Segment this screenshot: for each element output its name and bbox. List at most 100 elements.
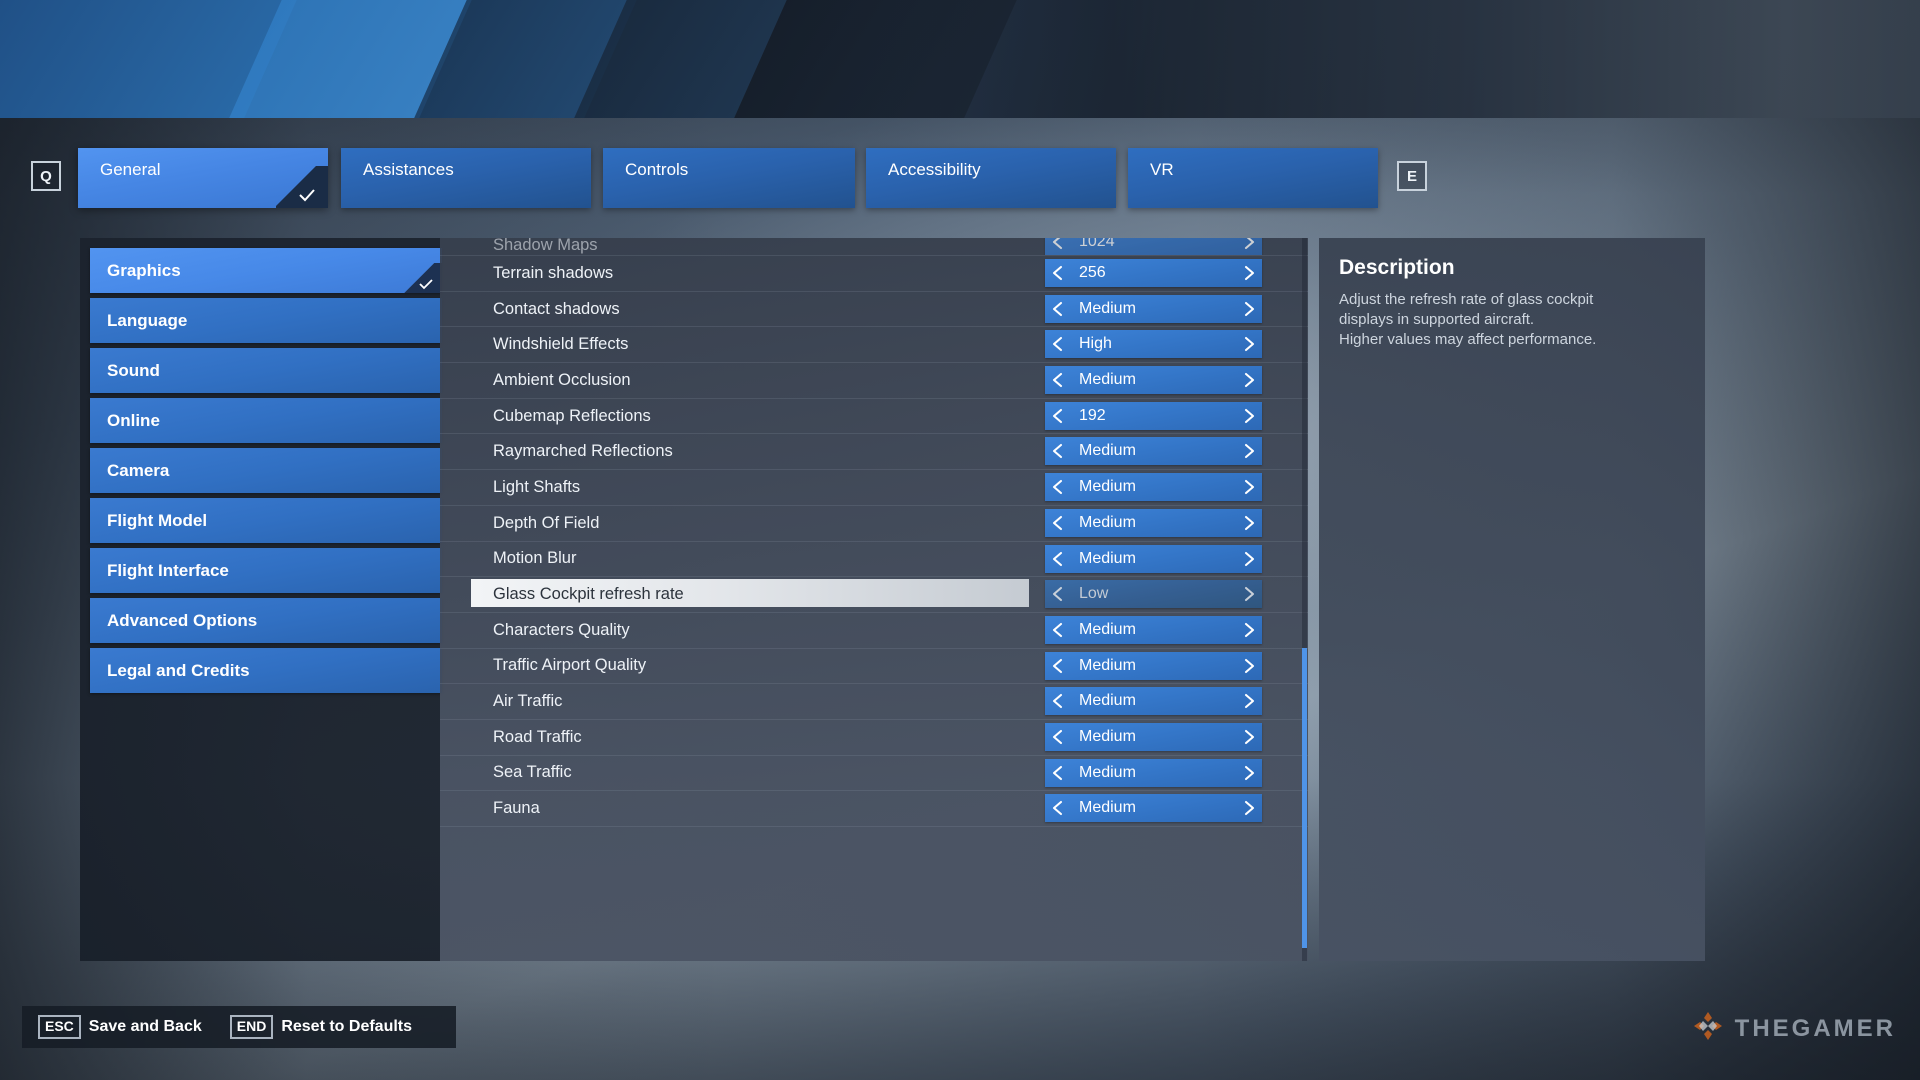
chevron-left-icon[interactable] [1045,765,1071,781]
tab-general[interactable]: General [78,148,328,208]
chevron-right-icon[interactable] [1236,586,1262,602]
chevron-right-icon[interactable] [1236,800,1262,816]
chevron-left-icon[interactable] [1045,238,1071,250]
settings-row[interactable]: Fauna Medium [440,791,1308,827]
settings-scrollbar[interactable] [1302,238,1307,961]
thegamer-logo-icon [1691,1009,1725,1048]
value-selector[interactable]: Medium [1045,508,1262,537]
value-selector[interactable]: Medium [1045,687,1262,716]
value-selector-value: Medium [1079,299,1136,317]
sidebar-item-legal-and-credits[interactable]: Legal and Credits [90,648,442,693]
settings-row[interactable]: Road Traffic Medium [440,720,1308,756]
chevron-left-icon[interactable] [1045,265,1071,281]
settings-row[interactable]: Glass Cockpit refresh rate Low [440,577,1308,613]
chevron-left-icon[interactable] [1045,693,1071,709]
chevron-left-icon[interactable] [1045,443,1071,459]
chevron-right-icon[interactable] [1236,336,1262,352]
settings-row[interactable]: Traffic Airport Quality Medium [440,649,1308,685]
reset-to-defaults-label[interactable]: Reset to Defaults [281,1018,412,1036]
watermark: THEGAMER [1691,1009,1896,1048]
value-selector-value: Medium [1079,549,1136,567]
value-selector[interactable]: Medium [1045,651,1262,680]
settings-row[interactable]: Windshield Effects High [440,327,1308,364]
value-selector-value: Medium [1079,656,1136,674]
value-selector[interactable]: 256 [1045,259,1262,287]
sidebar-item-graphics[interactable]: Graphics [90,248,442,293]
sidebar-item-flight-interface[interactable]: Flight Interface [90,548,442,593]
settings-row[interactable]: Sea Traffic Medium [440,756,1308,792]
chevron-left-icon[interactable] [1045,515,1071,531]
tab-vr[interactable]: VR [1128,148,1378,208]
settings-row[interactable]: Contact shadows Medium [440,292,1308,328]
sidebar-item-language[interactable]: Language [90,298,442,343]
value-selector[interactable]: Medium [1045,758,1262,787]
chevron-right-icon[interactable] [1236,372,1262,388]
tab-assistances[interactable]: Assistances [341,148,591,208]
sidebar-item-flight-model[interactable]: Flight Model [90,498,442,543]
value-selector[interactable]: High [1045,330,1262,359]
chevron-right-icon[interactable] [1236,443,1262,459]
settings-row-label: Cubemap Reflections [493,406,651,425]
tab-prev-key-hint: Q [31,161,61,191]
chevron-right-icon[interactable] [1236,238,1262,250]
sidebar-item-online[interactable]: Online [90,398,442,443]
settings-row[interactable]: Characters Quality Medium [440,613,1308,649]
save-and-back-label[interactable]: Save and Back [89,1018,202,1036]
watermark-text: THEGAMER [1734,1014,1896,1042]
chevron-left-icon[interactable] [1045,586,1071,602]
chevron-left-icon[interactable] [1045,479,1071,495]
sidebar-item-label: Camera [107,460,170,480]
value-selector[interactable]: Medium [1045,544,1262,573]
chevron-right-icon[interactable] [1236,301,1262,317]
value-selector-value: Medium [1079,799,1136,817]
chevron-right-icon[interactable] [1236,408,1262,424]
settings-row[interactable]: Depth Of Field Medium [440,506,1308,542]
chevron-left-icon[interactable] [1045,372,1071,388]
value-selector[interactable]: Medium [1045,794,1262,823]
chevron-right-icon[interactable] [1236,265,1262,281]
chevron-right-icon[interactable] [1236,622,1262,638]
chevron-right-icon[interactable] [1236,515,1262,531]
chevron-right-icon[interactable] [1236,479,1262,495]
chevron-right-icon[interactable] [1236,658,1262,674]
chevron-left-icon[interactable] [1045,301,1071,317]
value-selector-value: Medium [1079,620,1136,638]
settings-list[interactable]: Shadow Maps 1024 Terrain shadows 256 Contact… [440,238,1308,961]
chevron-left-icon[interactable] [1045,408,1071,424]
sidebar-item-camera[interactable]: Camera [90,448,442,493]
chevron-right-icon[interactable] [1236,765,1262,781]
value-selector[interactable]: Medium [1045,473,1262,502]
value-selector[interactable]: Medium [1045,615,1262,644]
sidebar-item-sound[interactable]: Sound [90,348,442,393]
settings-row[interactable]: Air Traffic Medium [440,684,1308,720]
settings-row-label: Sea Traffic [493,763,572,782]
value-selector[interactable]: Medium [1045,722,1262,751]
settings-row[interactable]: Raymarched Reflections Medium [440,434,1308,471]
chevron-left-icon[interactable] [1045,729,1071,745]
chevron-left-icon[interactable] [1045,658,1071,674]
value-selector[interactable]: Medium [1045,366,1262,395]
settings-row[interactable]: Motion Blur Medium [440,542,1308,578]
chevron-left-icon[interactable] [1045,336,1071,352]
value-selector[interactable]: Medium [1045,437,1262,466]
tab-controls[interactable]: Controls [603,148,855,208]
chevron-left-icon[interactable] [1045,800,1071,816]
value-selector[interactable]: 1024 [1045,238,1262,255]
value-selector[interactable]: Low [1045,580,1262,609]
sidebar-item-advanced-options[interactable]: Advanced Options [90,598,442,643]
scrollbar-thumb[interactable] [1302,648,1307,948]
settings-row[interactable]: Light Shafts Medium [440,470,1308,506]
chevron-right-icon[interactable] [1236,551,1262,567]
chevron-left-icon[interactable] [1045,622,1071,638]
chevron-left-icon[interactable] [1045,551,1071,567]
settings-row[interactable]: Terrain shadows 256 [440,256,1308,292]
settings-row[interactable]: Ambient Occlusion Medium [440,363,1308,399]
value-selector[interactable]: Medium [1045,294,1262,323]
settings-row[interactable]: Cubemap Reflections 192 [440,399,1308,435]
tab-accessibility[interactable]: Accessibility [866,148,1116,208]
value-selector[interactable]: 192 [1045,401,1262,430]
chevron-right-icon[interactable] [1236,693,1262,709]
settings-row-label: Traffic Airport Quality [493,656,647,675]
settings-row[interactable]: Shadow Maps 1024 [440,238,1308,256]
chevron-right-icon[interactable] [1236,729,1262,745]
